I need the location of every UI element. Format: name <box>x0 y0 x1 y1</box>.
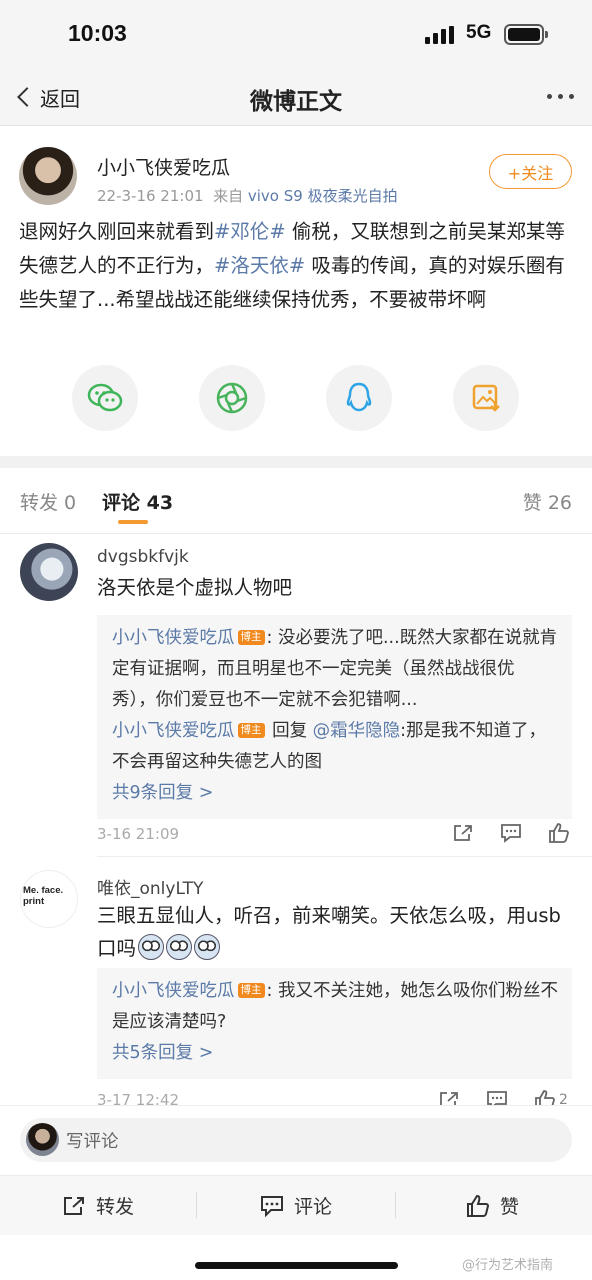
post-username[interactable]: 小小飞侠爱吃瓜 <box>97 153 230 180</box>
section-divider <box>0 456 592 468</box>
share-row <box>0 365 592 435</box>
nav-bar: 返回 微博正文 <box>0 68 592 126</box>
divider <box>196 1192 197 1218</box>
more-replies-link[interactable]: 共5条回复 > <box>112 1038 558 1069</box>
more-replies-link[interactable]: 共9条回复 > <box>112 778 558 809</box>
reply-separator: : <box>266 981 278 1001</box>
tab-reposts[interactable]: 转发 0 <box>20 488 76 515</box>
tab-comments[interactable]: 评论 43 <box>102 488 173 515</box>
more-options-button[interactable] <box>547 94 574 99</box>
status-bar: 10:03 5G <box>0 0 592 68</box>
reply-box[interactable]: 小小飞侠爱吃瓜 博主: 我又不关注她，她怎么吸你们粉丝不是应该清楚吗? 共5条回复… <box>97 968 572 1079</box>
signal-icon <box>425 26 455 44</box>
reply-connector: 回复 <box>266 721 313 741</box>
reply-author[interactable]: 小小飞侠爱吃瓜 <box>112 628 235 648</box>
comment-username[interactable]: dvgsbkfvjk <box>97 547 189 567</box>
repost-comment-button[interactable] <box>452 822 476 844</box>
like-button[interactable]: 赞 <box>466 1192 519 1219</box>
wechat-icon <box>87 383 123 412</box>
comment-time: 3-16 21:09 <box>97 825 180 843</box>
author-badge: 博主 <box>237 630 265 645</box>
author-badge: 博主 <box>237 723 265 738</box>
avatar[interactable] <box>20 543 78 601</box>
comment-icon <box>501 824 521 843</box>
network-label: 5G <box>466 22 492 43</box>
moments-icon <box>216 382 248 414</box>
share-moments-button[interactable] <box>199 365 265 431</box>
reply-item: 小小飞侠爱吃瓜 博主: 没必要洗了吧...既然大家都在说就肯定有证据啊，而且明星也… <box>112 623 558 716</box>
thumbs-up-icon <box>467 1194 490 1217</box>
hashtag-link[interactable]: #邓伦# <box>214 220 286 243</box>
reply-author[interactable]: 小小飞侠爱吃瓜 <box>112 981 235 1001</box>
author-badge: 博主 <box>237 983 265 998</box>
laugh-emoji-icon <box>138 934 165 960</box>
comment-placeholder: 写评论 <box>66 1132 119 1152</box>
reply-target[interactable]: @霜华隐隐 <box>313 721 401 741</box>
comment-actions <box>452 822 572 844</box>
follow-button[interactable]: +关注 <box>489 154 572 189</box>
reply-item: 小小飞侠爱吃瓜 博主: 我又不关注她，她怎么吸你们粉丝不是应该清楚吗? <box>112 976 558 1038</box>
avatar[interactable]: Me. face. print <box>20 870 78 928</box>
laugh-emoji-icon <box>194 934 221 960</box>
comment-label: 评论 <box>294 1196 333 1218</box>
reply-item: 小小飞侠爱吃瓜 博主 回复 @霜华隐隐:那是我不知道了，不会再留这种失德艺人的图 <box>112 716 558 778</box>
post-date: 22-3-16 21:01 <box>97 187 204 205</box>
watermark: @行为艺术指南 <box>462 1258 554 1273</box>
laugh-emoji-icon <box>166 934 193 960</box>
page-title: 微博正文 <box>250 89 342 115</box>
tab-likes[interactable]: 赞 26 <box>523 488 572 515</box>
battery-icon <box>504 24 548 45</box>
comment-text: 三眼五显仙人，听召，前来嘲笑。天依怎么吸，用usb口吗 <box>97 899 567 965</box>
post-text-part: 退网好久刚回来就看到 <box>19 220 215 243</box>
post-source[interactable]: vivo S9 极夜柔光自拍 <box>248 187 398 205</box>
share-out-icon <box>454 825 472 841</box>
like-label: 赞 <box>500 1196 520 1218</box>
share-qq-button[interactable] <box>326 365 392 431</box>
tab-underline <box>118 520 148 524</box>
reply-author[interactable]: 小小飞侠爱吃瓜 <box>112 721 235 741</box>
avatar-text: Me. face. print <box>23 885 64 907</box>
save-image-icon <box>472 384 500 412</box>
comment-text: 洛天依是个虚拟人物吧 <box>97 576 293 599</box>
comment-divider <box>97 856 592 857</box>
repost-button[interactable]: 转发 <box>62 1192 134 1219</box>
repost-label: 转发 <box>96 1196 135 1218</box>
post: 小小飞侠爱吃瓜 22-3-16 21:01 来自 vivo S9 极夜柔光自拍 … <box>0 127 592 455</box>
comment-icon <box>261 1195 283 1217</box>
tab-bar: 转发 0 评论 43 赞 26 <box>0 468 592 534</box>
avatar[interactable] <box>19 147 77 205</box>
share-wechat-button[interactable] <box>72 365 138 431</box>
status-time: 10:03 <box>68 20 127 46</box>
source-prefix: 来自 <box>213 187 244 205</box>
thumbs-up-icon <box>549 823 569 843</box>
bottom-action-bar: 转发 评论 赞 <box>0 1175 592 1235</box>
like-comment-button[interactable] <box>548 822 572 844</box>
hashtag-link[interactable]: #洛天依# <box>214 254 305 277</box>
repost-icon <box>64 1196 84 1215</box>
comment-input[interactable]: 写评论 <box>20 1118 572 1162</box>
comment-input-bar: 写评论 <box>0 1105 592 1175</box>
home-indicator[interactable] <box>195 1262 398 1269</box>
comment-button[interactable]: 评论 <box>260 1192 332 1219</box>
post-meta: 22-3-16 21:01 来自 vivo S9 极夜柔光自拍 <box>97 185 398 206</box>
save-image-button[interactable] <box>453 365 519 431</box>
post-text: 退网好久刚回来就看到#邓伦# 偷税，又联想到之前吴某郑某等失德艺人的不正行为，#… <box>19 215 579 317</box>
reply-comment-button[interactable] <box>500 822 524 844</box>
qq-icon <box>346 382 372 412</box>
reply-box[interactable]: 小小飞侠爱吃瓜 博主: 没必要洗了吧...既然大家都在说就肯定有证据啊，而且明星也… <box>97 615 572 819</box>
reply-separator: : <box>266 628 278 648</box>
divider <box>395 1192 396 1218</box>
comment-username[interactable]: 唯依_onlyLTY <box>97 874 203 899</box>
avatar <box>26 1123 59 1156</box>
